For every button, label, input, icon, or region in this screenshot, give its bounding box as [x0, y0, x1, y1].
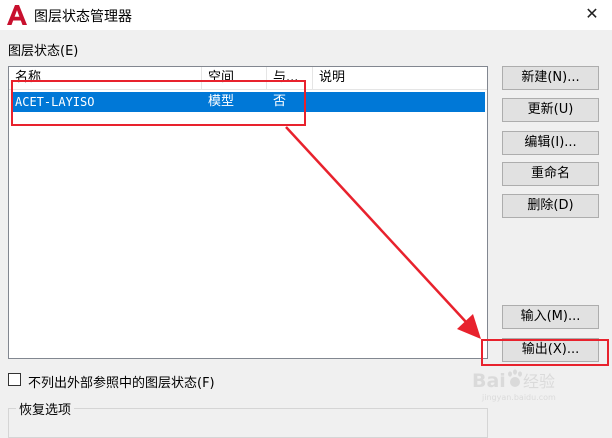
window-title: 图层状态管理器 [34, 9, 132, 25]
baidu-watermark-icon: Bai 经验 jingyan.baidu.com [472, 369, 556, 402]
column-header-description[interactable]: 说明 [313, 67, 487, 89]
new-button[interactable]: 新建(N)... [502, 66, 599, 90]
layer-states-list[interactable]: 名称 空间 与... 说明 ACET-LAYISO 模型 否 [8, 66, 488, 359]
svg-text:jingyan.baidu.com: jingyan.baidu.com [481, 393, 556, 402]
column-header-name[interactable]: 名称 [9, 67, 202, 89]
edit-button[interactable]: 编辑(I)... [502, 131, 599, 155]
restore-options-group [8, 408, 488, 438]
svg-text:Bai: Bai [472, 370, 506, 392]
list-header: 名称 空间 与... 说明 [9, 67, 487, 90]
autocad-logo-icon [7, 5, 27, 25]
column-header-space[interactable]: 空间 [202, 67, 267, 89]
close-button[interactable]: ✕ [578, 1, 606, 27]
column-header-same-as-drawing[interactable]: 与... [267, 67, 313, 89]
rename-button[interactable]: 重命名 [502, 162, 599, 186]
restore-options-label: 恢复选项 [16, 399, 75, 418]
delete-button[interactable]: 删除(D) [502, 194, 599, 218]
exclude-xref-checkbox[interactable] [8, 373, 21, 386]
exclude-xref-label: 不列出外部参照中的图层状态(F) [28, 376, 215, 391]
export-button[interactable]: 输出(X)... [502, 338, 599, 362]
table-row[interactable]: ACET-LAYISO 模型 否 [11, 92, 485, 112]
row-name-cell: ACET-LAYISO [15, 95, 95, 109]
layer-states-label: 图层状态(E) [8, 44, 79, 59]
close-icon: ✕ [585, 4, 599, 23]
row-description-cell [315, 92, 487, 112]
row-space-cell: 模型 [208, 94, 235, 109]
row-same-cell: 否 [273, 94, 287, 109]
import-button[interactable]: 输入(M)... [502, 305, 599, 329]
title-bar: 图层状态管理器 ✕ [0, 0, 612, 30]
svg-text:经验: 经验 [523, 372, 555, 391]
update-button[interactable]: 更新(U) [502, 98, 599, 122]
